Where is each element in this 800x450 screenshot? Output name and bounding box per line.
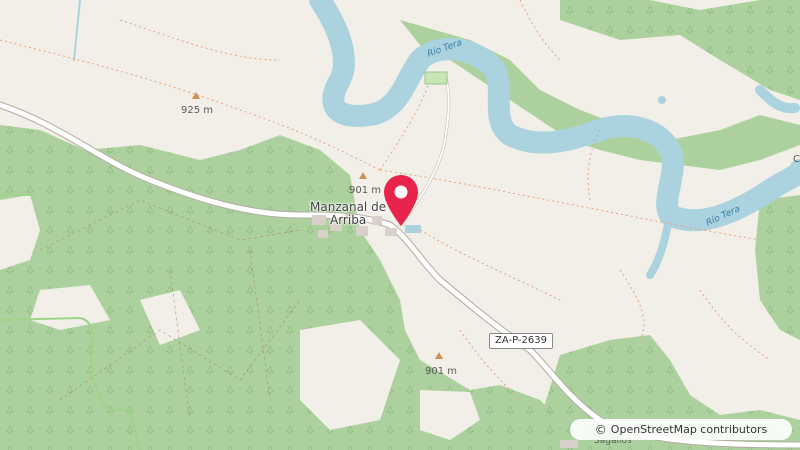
attribution-text[interactable]: OpenStreetMap contributors [611,423,767,436]
edge-place-label: C [793,154,800,165]
pond [658,96,666,104]
town-label-manzanal[interactable]: Manzanal de Arriba [310,201,386,227]
road-shield-za-p-2639: ZA-P-2639 [489,333,553,349]
map-attribution[interactable]: © OpenStreetMap contributors [570,419,792,440]
peak-label-901-north: 901 m [349,185,382,196]
map-view[interactable]: 925 m 901 m 901 m Manzanal de Arriba Río… [0,0,800,450]
location-pin-icon[interactable] [380,172,422,228]
sports-field [424,71,448,85]
copyright-icon: © [594,422,607,437]
peak-label-925: 925 m [181,105,214,116]
town-label-line2: Arriba [330,213,367,227]
peak-label-901-south: 901 m [425,366,458,377]
